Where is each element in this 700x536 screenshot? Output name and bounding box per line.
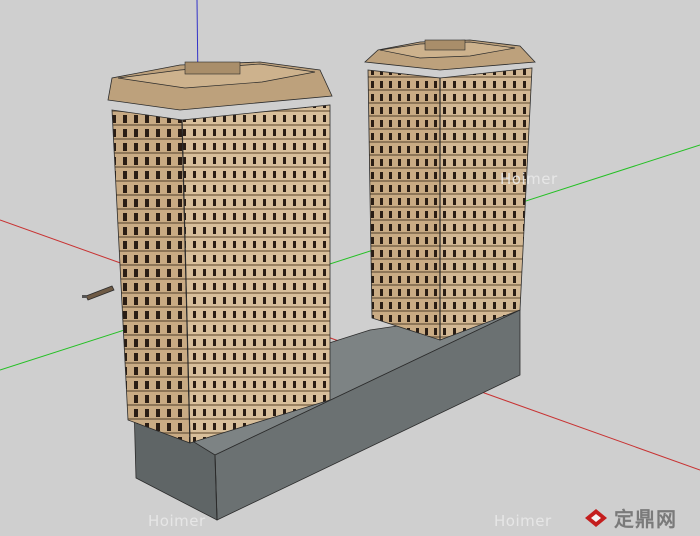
watermark-lower-left: Hoimer [148,512,206,530]
logo-text: 定鼎网 [614,507,677,531]
watermark-upper: Hoimer [500,170,558,188]
site-logo[interactable]: 定鼎网 [584,503,677,532]
stray-component[interactable] [82,285,115,301]
left-tower-left-face [111,109,191,444]
right-tower-right-face [439,67,533,341]
left-tower[interactable] [107,61,333,444]
sketchup-viewport[interactable]: Hoimer Hoimer Hoimer 定鼎网 [0,0,700,536]
right-tower[interactable] [364,39,536,341]
right-tower-left-face [367,69,441,341]
diamond-logo-icon [585,508,607,527]
3d-model-scene[interactable] [0,0,700,536]
watermark-lower-right: Hoimer [494,512,552,530]
left-tower-right-face [181,104,331,444]
